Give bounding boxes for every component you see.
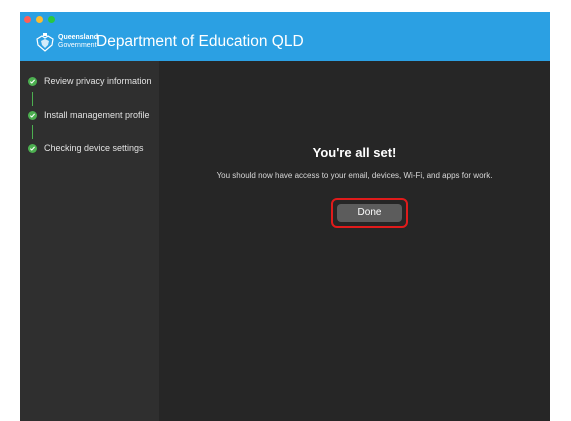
logo-line-queensland: Queensland (58, 34, 99, 41)
step-label: Review privacy information (44, 76, 152, 86)
step-label: Checking device settings (44, 143, 144, 153)
check-circle-icon (28, 111, 37, 120)
government-logo-text: Queensland Government (58, 34, 98, 50)
completion-heading: You're all set! (312, 145, 397, 160)
title-bar: Queensland Government Department of Educ… (20, 12, 550, 61)
done-button[interactable]: Done (337, 204, 402, 222)
completion-message: You should now have access to your email… (216, 171, 493, 180)
check-circle-icon (28, 77, 37, 86)
logo-line-government: Government (58, 42, 97, 49)
minimize-window-button[interactable] (36, 16, 43, 23)
queensland-crest-icon (34, 33, 56, 53)
step-label: Install management profile (44, 110, 150, 120)
zoom-window-button[interactable] (48, 16, 55, 23)
done-button-highlight: Done (331, 198, 408, 228)
close-window-button[interactable] (24, 16, 31, 23)
progress-sidebar: Review privacy information Install manag… (20, 61, 159, 421)
app-window: Queensland Government Department of Educ… (20, 12, 550, 421)
step-connector (32, 125, 33, 139)
step-connector (32, 92, 33, 106)
app-title: Department of Education QLD (96, 33, 304, 50)
check-circle-icon (28, 144, 37, 153)
main-content: You're all set! You should now have acce… (159, 61, 550, 421)
